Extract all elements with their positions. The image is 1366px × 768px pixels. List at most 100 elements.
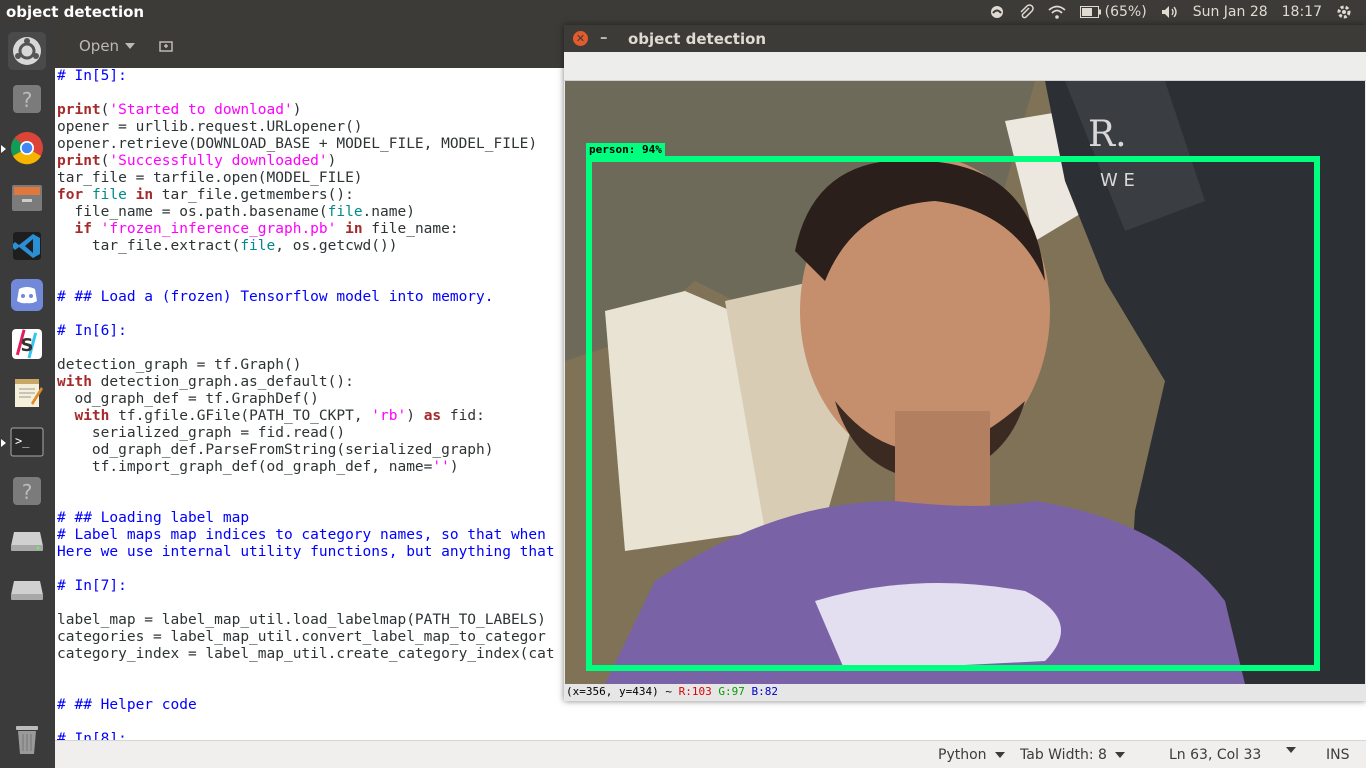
code-line[interactable]: opener.retrieve(DOWNLOAD_BASE + MODEL_FI… <box>57 136 555 153</box>
code-line[interactable]: Here we use internal utility functions, … <box>57 544 555 561</box>
object-detection-window[interactable]: ✕ – object detection R. W E person: 94% … <box>564 25 1366 701</box>
code-line[interactable]: category_index = label_map_util.create_c… <box>57 646 555 663</box>
paperclip-icon[interactable] <box>1018 4 1034 20</box>
tab-width-label: Tab Width: 8 <box>1020 747 1107 763</box>
chrome-icon[interactable] <box>1 129 46 167</box>
svg-text:?: ? <box>22 480 33 504</box>
pixel-green-value: G:97 <box>718 685 745 698</box>
svg-text:>_: >_ <box>15 434 30 448</box>
code-line[interactable]: print('Started to download') <box>57 102 555 119</box>
battery-indicator[interactable]: (65%) <box>1079 4 1147 20</box>
code-line[interactable]: print('Successfully downloaded') <box>57 153 555 170</box>
pixel-red-value: R:103 <box>678 685 712 698</box>
svg-text:S: S <box>21 335 34 356</box>
chevron-down-icon <box>1114 752 1125 758</box>
code-line[interactable]: od_graph_def = tf.GraphDef() <box>57 391 555 408</box>
code-line[interactable]: with tf.gfile.GFile(PATH_TO_CKPT, 'rb') … <box>57 408 555 425</box>
code-line[interactable]: # ## Helper code <box>57 697 555 714</box>
code-line[interactable]: # Label maps map indices to category nam… <box>57 527 555 544</box>
insert-mode-label: INS <box>1326 747 1350 763</box>
insert-mode: INS <box>1326 747 1350 763</box>
svg-text:?: ? <box>22 88 33 112</box>
launcher: ? S >_ ? <box>0 24 55 768</box>
window-titlebar[interactable]: ✕ – object detection <box>564 25 1366 52</box>
position-menu[interactable] <box>1286 747 1296 753</box>
code-line[interactable]: # In[7]: <box>57 578 555 595</box>
code-line[interactable]: tar_file.extract(file, os.getcwd()) <box>57 238 555 255</box>
code-line[interactable] <box>57 85 555 102</box>
code-line[interactable]: # In[5]: <box>57 68 555 85</box>
minimize-icon[interactable]: – <box>600 28 608 46</box>
unknown-app-icon[interactable]: ? <box>8 472 46 510</box>
language-selector[interactable]: Python <box>938 747 1005 763</box>
code-line[interactable] <box>57 306 555 323</box>
gear-icon[interactable] <box>1336 4 1352 20</box>
clock[interactable]: 18:17 <box>1282 4 1322 20</box>
battery-percent: (65%) <box>1104 4 1147 20</box>
camera-frame: R. W E person: 94% <box>565 81 1365 684</box>
open-button[interactable]: Open <box>69 34 145 58</box>
drive-icon[interactable] <box>8 570 46 608</box>
code-line[interactable] <box>57 340 555 357</box>
drive-icon[interactable] <box>8 521 46 559</box>
unknown-app-icon[interactable]: ? <box>8 80 46 118</box>
code-line[interactable]: tar_file = tarfile.open(MODEL_FILE) <box>57 170 555 187</box>
code-line[interactable]: serialized_graph = fid.read() <box>57 425 555 442</box>
files-icon[interactable] <box>8 178 46 216</box>
code-line[interactable]: od_graph_def.ParseFromString(serialized_… <box>57 442 555 459</box>
code-line[interactable]: file_name = os.path.basename(file.name) <box>57 204 555 221</box>
top-panel: object detection (65%) Sun Jan 28 18:17 <box>0 0 1366 24</box>
code-line[interactable] <box>57 595 555 612</box>
code-line[interactable]: opener = urllib.request.URLopener() <box>57 119 555 136</box>
code-line[interactable]: categories = label_map_util.convert_labe… <box>57 629 555 646</box>
discord-icon[interactable] <box>8 276 46 314</box>
code-line[interactable]: for file in tar_file.getmembers(): <box>57 187 555 204</box>
pixel-blue-value: B:82 <box>751 685 778 698</box>
cursor-position-label: Ln 63, Col 33 <box>1169 747 1262 763</box>
volume-icon[interactable] <box>1161 5 1179 19</box>
chevron-down-icon <box>125 43 136 49</box>
date[interactable]: Sun Jan 28 <box>1193 4 1268 20</box>
code-line[interactable] <box>57 255 555 272</box>
wifi-icon[interactable] <box>1048 5 1066 19</box>
cursor-position[interactable]: Ln 63, Col 33 <box>1169 747 1261 763</box>
language-label: Python <box>938 747 987 763</box>
text-editor-icon[interactable] <box>8 374 46 412</box>
code-text[interactable]: # In[5]: print('Started to download') ope… <box>57 68 555 740</box>
tab-width-selector[interactable]: Tab Width: 8 <box>1020 747 1125 763</box>
vscode-icon[interactable] <box>8 227 46 265</box>
ubuntu-dash-icon[interactable] <box>8 32 46 70</box>
detection-label: person: 94% <box>586 143 665 157</box>
code-line[interactable]: detection_graph = tf.Graph() <box>57 357 555 374</box>
code-line[interactable] <box>57 493 555 510</box>
code-line[interactable] <box>57 680 555 697</box>
window-toolbar <box>564 52 1366 81</box>
editor-statusbar: Python Tab Width: 8 Ln 63, Col 33 INS <box>55 740 1366 768</box>
code-line[interactable]: # ## Load a (frozen) Tensorflow model in… <box>57 289 555 306</box>
code-line[interactable] <box>57 272 555 289</box>
slack-icon[interactable]: S <box>8 325 46 363</box>
code-line[interactable]: # ## Loading label map <box>57 510 555 527</box>
terminal-icon[interactable]: >_ <box>1 423 46 461</box>
image-statusbar: (x=356, y=434) ~ R:103 G:97 B:82 <box>565 684 1366 700</box>
code-line[interactable] <box>57 714 555 731</box>
battery-icon <box>1079 6 1101 18</box>
trash-icon[interactable] <box>8 720 46 758</box>
window-title: object detection <box>628 30 767 48</box>
update-icon[interactable] <box>990 5 1004 19</box>
code-line[interactable]: # In[8]: <box>57 731 555 740</box>
detection-bounding-box <box>586 156 1320 671</box>
active-app-title: object detection <box>6 3 145 21</box>
code-line[interactable]: with detection_graph.as_default(): <box>57 374 555 391</box>
code-line[interactable] <box>57 476 555 493</box>
code-line[interactable]: tf.import_graph_def(od_graph_def, name='… <box>57 459 555 476</box>
close-icon[interactable]: ✕ <box>573 31 588 46</box>
code-line[interactable]: label_map = label_map_util.load_labelmap… <box>57 612 555 629</box>
svg-text:R.: R. <box>1088 114 1127 155</box>
chevron-down-icon <box>1286 747 1296 753</box>
code-line[interactable]: if 'frozen_inference_graph.pb' in file_n… <box>57 221 555 238</box>
code-line[interactable]: # In[6]: <box>57 323 555 340</box>
code-line[interactable] <box>57 561 555 578</box>
code-line[interactable] <box>57 663 555 680</box>
new-tab-icon[interactable] <box>158 38 174 54</box>
